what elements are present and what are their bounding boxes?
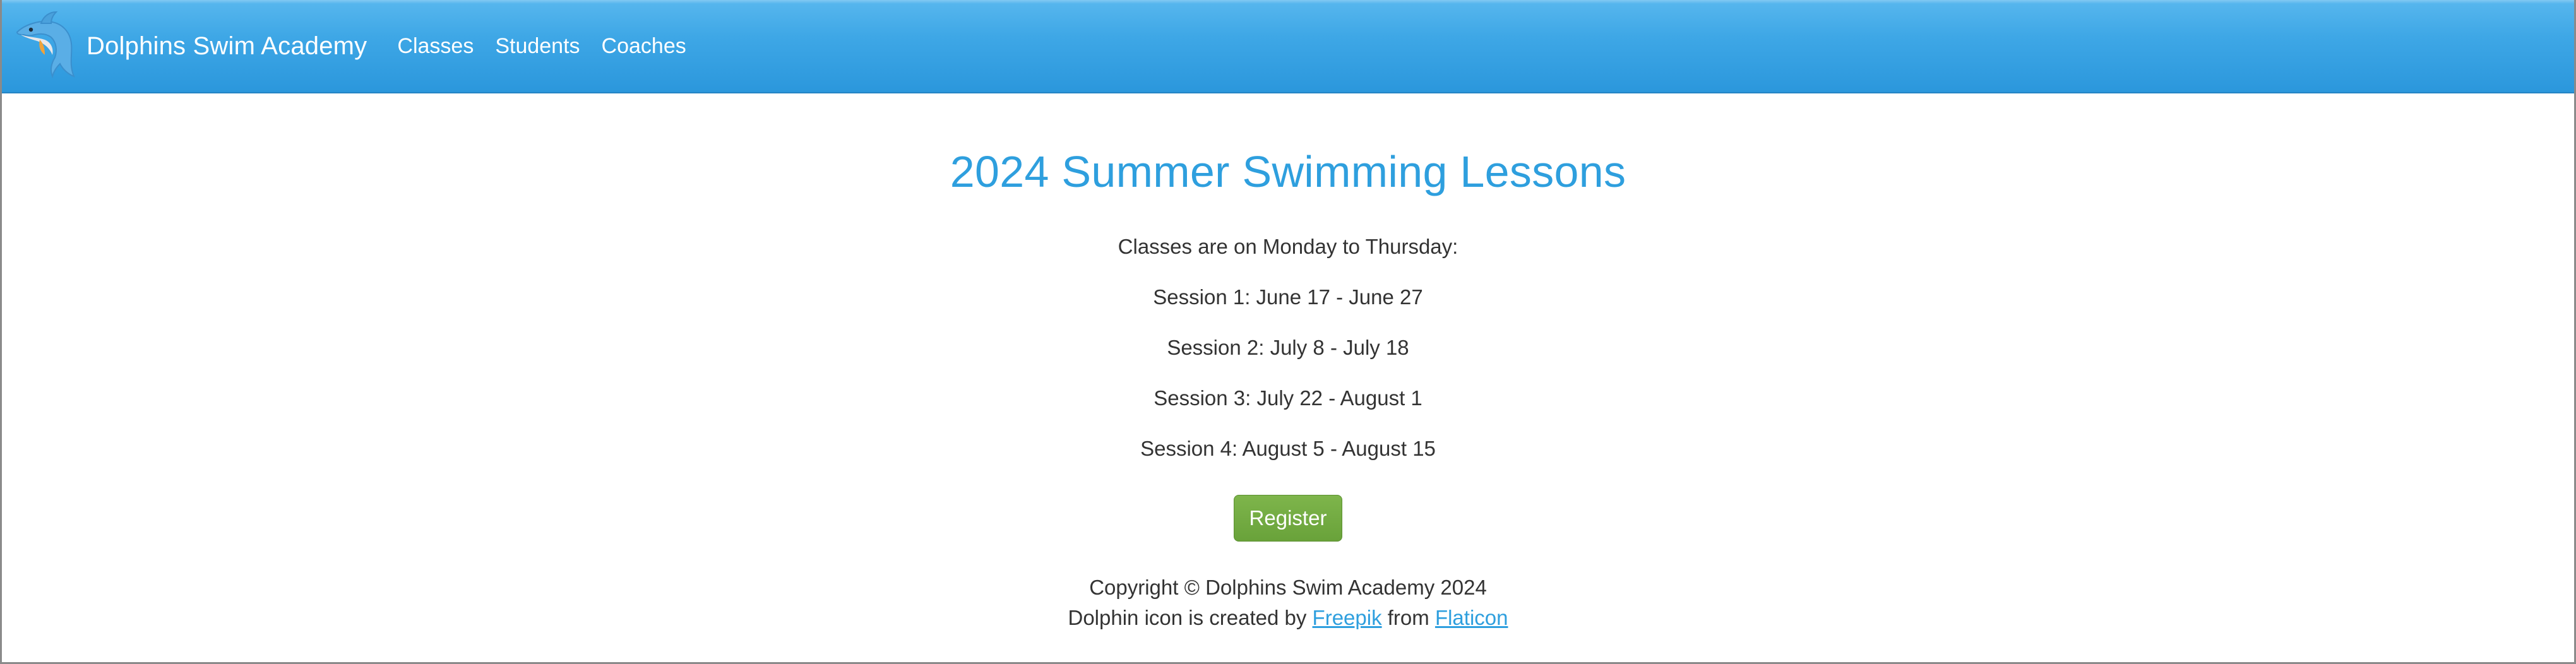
credit-middle: from xyxy=(1381,606,1435,629)
brand-link[interactable]: Dolphins Swim Academy xyxy=(12,0,367,92)
flaticon-link[interactable]: Flaticon xyxy=(1435,606,1508,629)
brand-name: Dolphins Swim Academy xyxy=(86,32,367,60)
copyright-text: Copyright © Dolphins Swim Academy 2024 xyxy=(1089,576,1487,599)
nav-link-students[interactable]: Students xyxy=(495,34,580,59)
freepik-link[interactable]: Freepik xyxy=(1313,606,1382,629)
top-navbar: Dolphins Swim Academy Classes Students C… xyxy=(2,0,2574,93)
nav-link-coaches[interactable]: Coaches xyxy=(602,34,686,59)
icon-credit: Dolphin icon is created by Freepik from … xyxy=(2,606,2574,630)
page-title: 2024 Summer Swimming Lessons xyxy=(950,147,1626,196)
session-1: Session 1: June 17 - June 27 xyxy=(1153,285,1423,309)
dolphin-icon xyxy=(16,11,75,79)
register-wrapper: Register xyxy=(2,495,2574,542)
nav-link-classes[interactable]: Classes xyxy=(397,34,474,59)
session-2: Session 2: July 8 - July 18 xyxy=(1167,336,1409,359)
session-4: Session 4: August 5 - August 15 xyxy=(1140,437,1436,460)
schedule-intro: Classes are on Monday to Thursday: xyxy=(1118,235,1458,258)
credit-prefix: Dolphin icon is created by xyxy=(1068,606,1313,629)
session-3: Session 3: July 22 - August 1 xyxy=(1154,386,1422,410)
nav-links: Classes Students Coaches xyxy=(397,0,707,92)
register-button[interactable]: Register xyxy=(1234,495,1342,542)
navbar-sheen xyxy=(2,0,2574,4)
page: Dolphins Swim Academy Classes Students C… xyxy=(0,0,2576,664)
